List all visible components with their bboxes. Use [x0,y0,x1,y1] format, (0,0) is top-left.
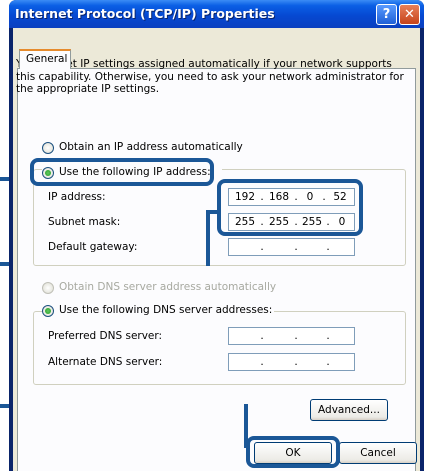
radio-circle[interactable] [42,142,54,154]
default-gateway-label: Default gateway: [48,241,138,253]
tab-general[interactable]: General [19,49,71,69]
alternate-dns-field[interactable]: ... [228,353,355,371]
window-title: Internet Protocol (TCP/IP) Properties [15,6,275,21]
radio-circle-disabled[interactable] [42,282,54,294]
alternate-dns-label: Alternate DNS server: [48,356,163,368]
dns-settings-group [33,311,406,385]
highlight-ok-button [246,436,340,468]
tab-general-label: General [26,53,68,65]
highlight-use-following-ip [30,158,214,186]
radio-obtain-dns-auto[interactable]: Obtain DNS server address automatically [42,281,276,295]
radio-obtain-dns-auto-label: Obtain DNS server address automatically [59,281,277,293]
ip-address-label: IP address: [48,191,106,203]
radio-circle-selected[interactable] [42,305,54,317]
radio-obtain-ip-auto-label: Obtain an IP address automatically [59,141,243,153]
highlight-ip-and-mask-fields [217,179,363,236]
callout-line-ip-fields-v [206,210,210,266]
subnet-mask-label: Subnet mask: [48,216,121,228]
close-icon: ✕ [404,7,415,22]
preferred-dns-field[interactable]: ... [228,327,355,345]
preferred-dns-label: Preferred DNS server: [48,330,163,342]
callout-line-ip-fields-h2 [206,210,219,214]
cancel-button[interactable]: Cancel [339,442,417,464]
description-text: You can get IP settings assigned automat… [16,58,404,95]
radio-use-following-dns[interactable]: Use the following DNS server addresses: [42,304,274,318]
title-bar[interactable]: Internet Protocol (TCP/IP) Properties ? … [9,0,424,28]
help-icon: ? [382,7,391,22]
default-gateway-field[interactable]: ... [228,238,355,256]
help-button[interactable]: ? [376,4,397,25]
advanced-button[interactable]: Advanced... [310,399,388,421]
radio-use-following-dns-label: Use the following DNS server addresses: [59,304,273,316]
close-button[interactable]: ✕ [399,4,420,25]
radio-obtain-ip-auto[interactable]: Obtain an IP address automatically [42,141,252,155]
